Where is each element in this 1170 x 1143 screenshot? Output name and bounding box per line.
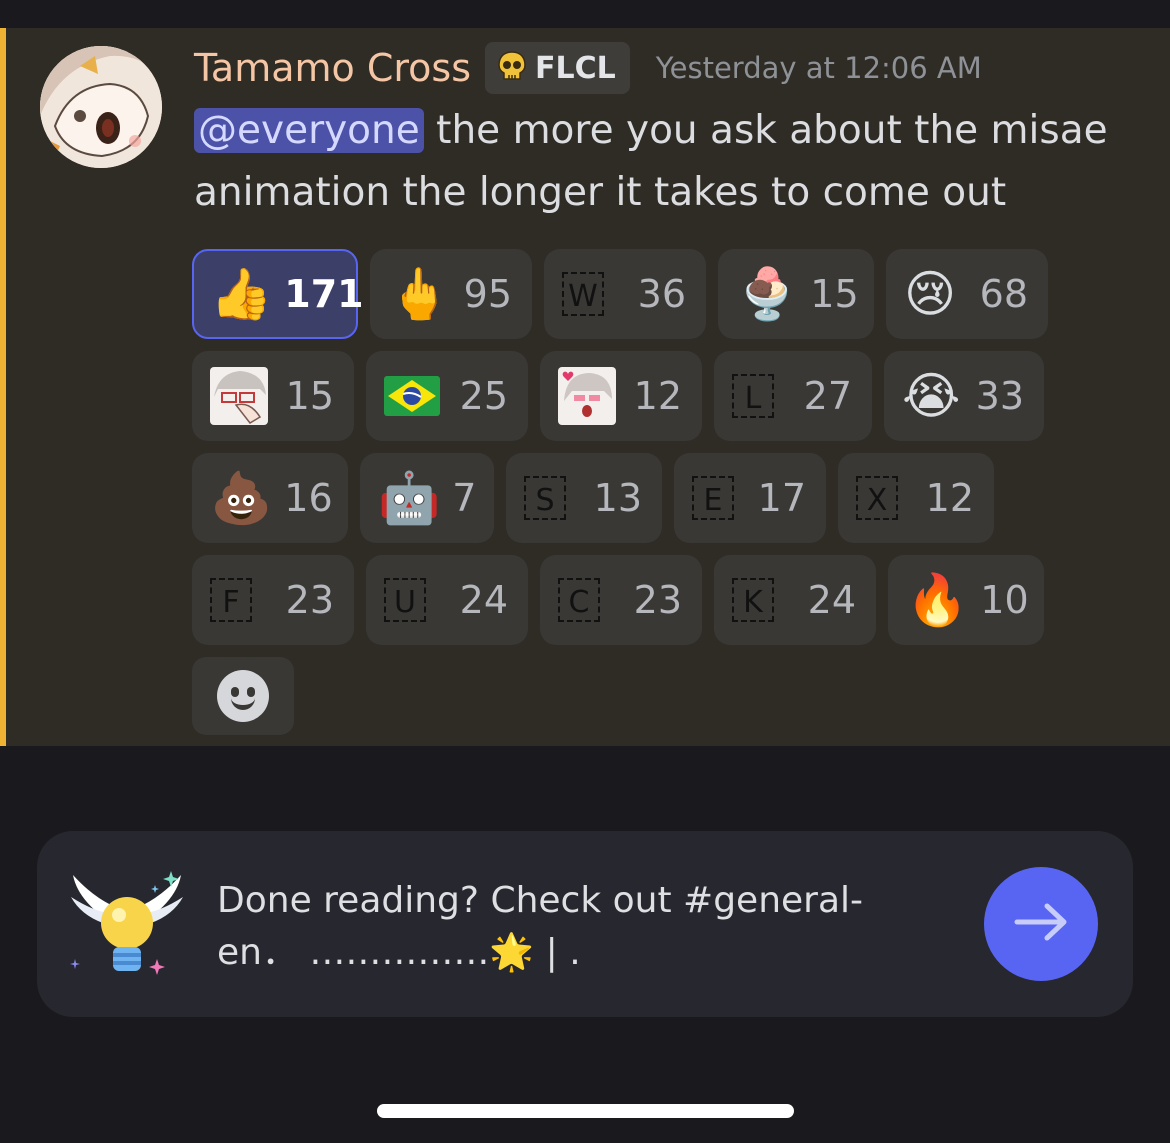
reaction-count: 13 [593,476,642,520]
reaction-letter-l[interactable]: L 27 [714,351,872,441]
reaction-ice-cream[interactable]: 🍨 15 [718,249,874,339]
reactions-list: 👍 171 🖕 95 W 36 🍨 15 😢 68 15 25 12 L 27 … [192,249,1152,735]
reaction-row: 💩 16 🤖 7 S 13 E 17 X 12 [192,453,1152,543]
message-item[interactable]: Tamamo Cross FLCL Yesterday at 12:06 AM … [0,28,1170,746]
reaction-poop[interactable]: 💩 16 [192,453,348,543]
done-reading-banner[interactable]: Done reading? Check out #general- en． ……… [37,831,1133,1017]
reaction-count: 36 [637,272,686,316]
ice-cream-icon: 🍨 [736,265,799,323]
reaction-count: 68 [979,272,1028,316]
everyone-mention[interactable]: @everyone [194,108,424,153]
letter-e-icon: E [692,476,734,520]
reaction-loudly-crying[interactable]: 😭 33 [884,351,1044,441]
reaction-count: 24 [807,578,856,622]
thumbs-up-icon: 👍 [210,265,273,323]
reaction-letter-w[interactable]: W 36 [544,249,706,339]
timestamp: Yesterday at 12:06 AM [655,51,982,85]
banner-text-line: Done reading? Check out #general- [217,880,864,921]
reaction-count: 16 [284,476,333,520]
reaction-letter-u[interactable]: U 24 [366,555,528,645]
top-strip [0,0,1170,28]
reaction-count: 171 [284,272,364,316]
reaction-count: 17 [757,476,806,520]
reaction-letter-f[interactable]: F 23 [192,555,354,645]
role-tag[interactable]: FLCL [485,42,630,94]
letter-c-icon: C [558,578,600,622]
reaction-count: 7 [452,476,477,520]
reaction-fire[interactable]: 🔥 10 [888,555,1044,645]
reaction-row: 15 25 12 L 27 😭 33 [192,351,1152,441]
reaction-anime-blush[interactable]: 12 [540,351,702,441]
reaction-count: 95 [463,272,512,316]
letter-k-icon: K [732,578,774,622]
reaction-letter-s[interactable]: S 13 [506,453,662,543]
message-header: Tamamo Cross FLCL Yesterday at 12:06 AM [194,40,982,96]
letter-u-icon: U [384,578,426,622]
letter-f-icon: F [210,578,252,622]
avatar[interactable] [40,46,162,168]
letter-w-icon: W [562,272,604,316]
reaction-crying-face[interactable]: 😢 68 [886,249,1048,339]
fire-icon: 🔥 [906,571,969,629]
anime-facepalm-icon [210,367,268,425]
letter-s-icon: S [524,476,566,520]
reaction-letter-e[interactable]: E 17 [674,453,826,543]
loudly-crying-icon: 😭 [902,367,961,425]
reaction-count: 10 [980,578,1029,622]
reaction-count: 27 [803,374,852,418]
flag-brazil-icon [384,376,440,416]
poop-icon: 💩 [210,469,273,527]
reaction-count: 12 [925,476,974,520]
arrow-right-icon [1013,902,1069,946]
role-name: FLCL [535,50,616,86]
letter-l-icon: L [732,374,774,418]
reaction-letter-c[interactable]: C 23 [540,555,702,645]
banner-text: Done reading? Check out #general- en． ……… [217,875,897,979]
message-content: @everyone the more you ask about the mis… [194,100,1154,224]
home-indicator[interactable] [377,1104,794,1118]
crying-face-icon: 😢 [904,265,957,323]
reaction-count: 23 [285,578,334,622]
reaction-flag-brazil[interactable]: 25 [366,351,528,441]
reaction-row: F 23 U 24 C 23 K 24 🔥 10 [192,555,1152,645]
go-to-channel-button[interactable] [984,867,1098,981]
reaction-count: 24 [459,578,508,622]
add-reaction-button[interactable] [192,657,294,735]
banner-text-line: en． ……………🌟 | . [217,932,581,973]
letter-x-icon: X [856,476,898,520]
reaction-count: 15 [285,374,334,418]
reaction-count: 25 [459,374,508,418]
reaction-robot[interactable]: 🤖 7 [360,453,494,543]
reaction-count: 33 [975,374,1024,418]
reaction-row: 👍 171 🖕 95 W 36 🍨 15 😢 68 [192,249,1152,339]
reaction-letter-x[interactable]: X 12 [838,453,994,543]
smiley-icon [217,670,269,722]
middle-finger-icon: 🖕 [388,265,451,323]
winged-lightbulb-icon [67,867,187,987]
reaction-thumbs-up[interactable]: 👍 171 [192,249,364,339]
reaction-anime-facepalm[interactable]: 15 [192,351,354,441]
username[interactable]: Tamamo Cross [194,46,471,90]
reaction-letter-k[interactable]: K 24 [714,555,876,645]
reaction-count: 23 [633,578,682,622]
robot-icon: 🤖 [378,469,441,527]
anime-blush-icon [558,367,616,425]
reaction-count: 15 [810,272,859,316]
reaction-count: 12 [633,374,682,418]
skull-icon [495,49,529,87]
reaction-middle-finger[interactable]: 🖕 95 [370,249,532,339]
